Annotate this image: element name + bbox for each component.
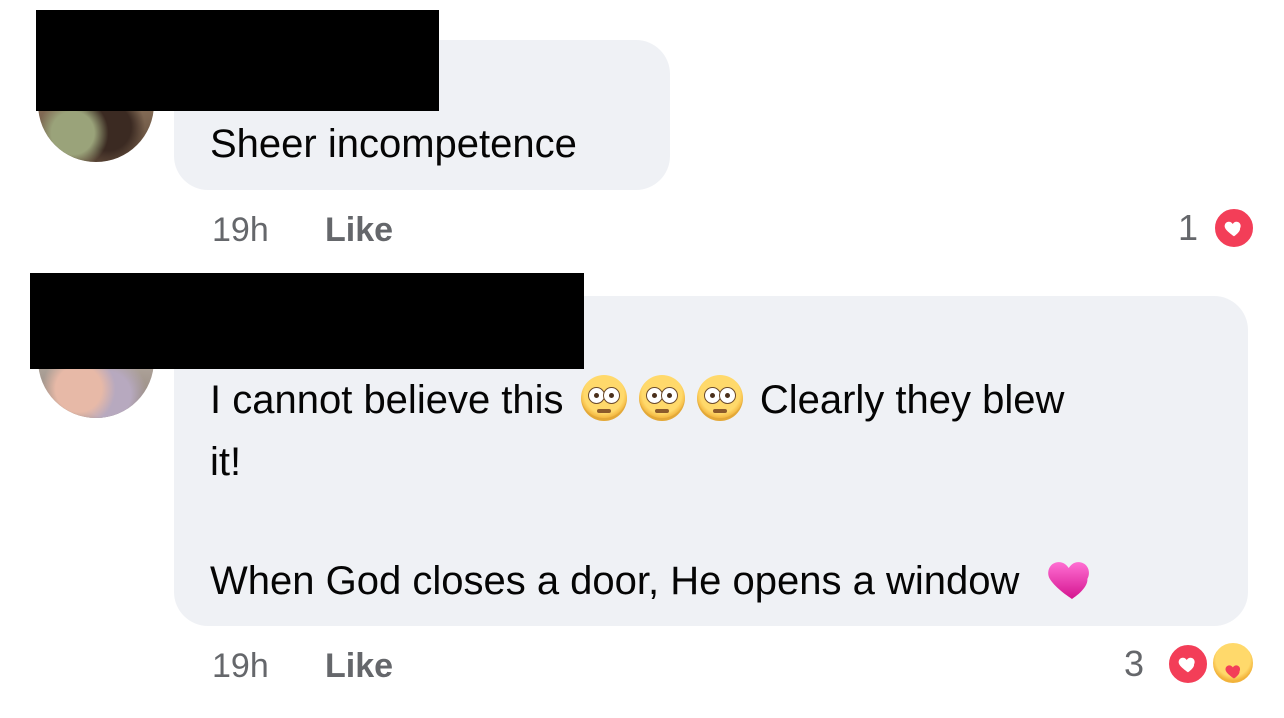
flushed-face-icon: [696, 375, 743, 421]
redacted-name: [30, 273, 584, 369]
care-reaction-icon[interactable]: [1210, 640, 1256, 686]
comment-time[interactable]: 19h: [212, 210, 269, 250]
comment-text-line1: I cannot believe this Clearly they blew: [210, 370, 1064, 430]
pink-heart-icon: [1044, 550, 1100, 606]
comment-text-line2: it!: [210, 440, 242, 484]
reaction-count[interactable]: 1: [1178, 208, 1198, 248]
reaction-count[interactable]: 3: [1124, 644, 1144, 684]
like-button[interactable]: Like: [325, 646, 393, 686]
comment-text-part: I cannot believe this: [210, 378, 564, 422]
love-reaction-icon[interactable]: [1166, 642, 1210, 686]
comment-text-line3: When God closes a door, He opens a windo…: [210, 550, 1100, 611]
flushed-face-icon: [638, 375, 685, 421]
comment-text-part: When God closes a door, He opens a windo…: [210, 559, 1020, 603]
flushed-face-icon: [580, 375, 627, 421]
like-button[interactable]: Like: [325, 210, 393, 250]
comment-time[interactable]: 19h: [212, 646, 269, 686]
love-reaction-icon[interactable]: [1212, 206, 1256, 250]
comment-text-part: Clearly they blew: [759, 378, 1065, 422]
comment-text: Sheer incompetence: [210, 122, 577, 166]
redacted-name: [36, 10, 439, 111]
